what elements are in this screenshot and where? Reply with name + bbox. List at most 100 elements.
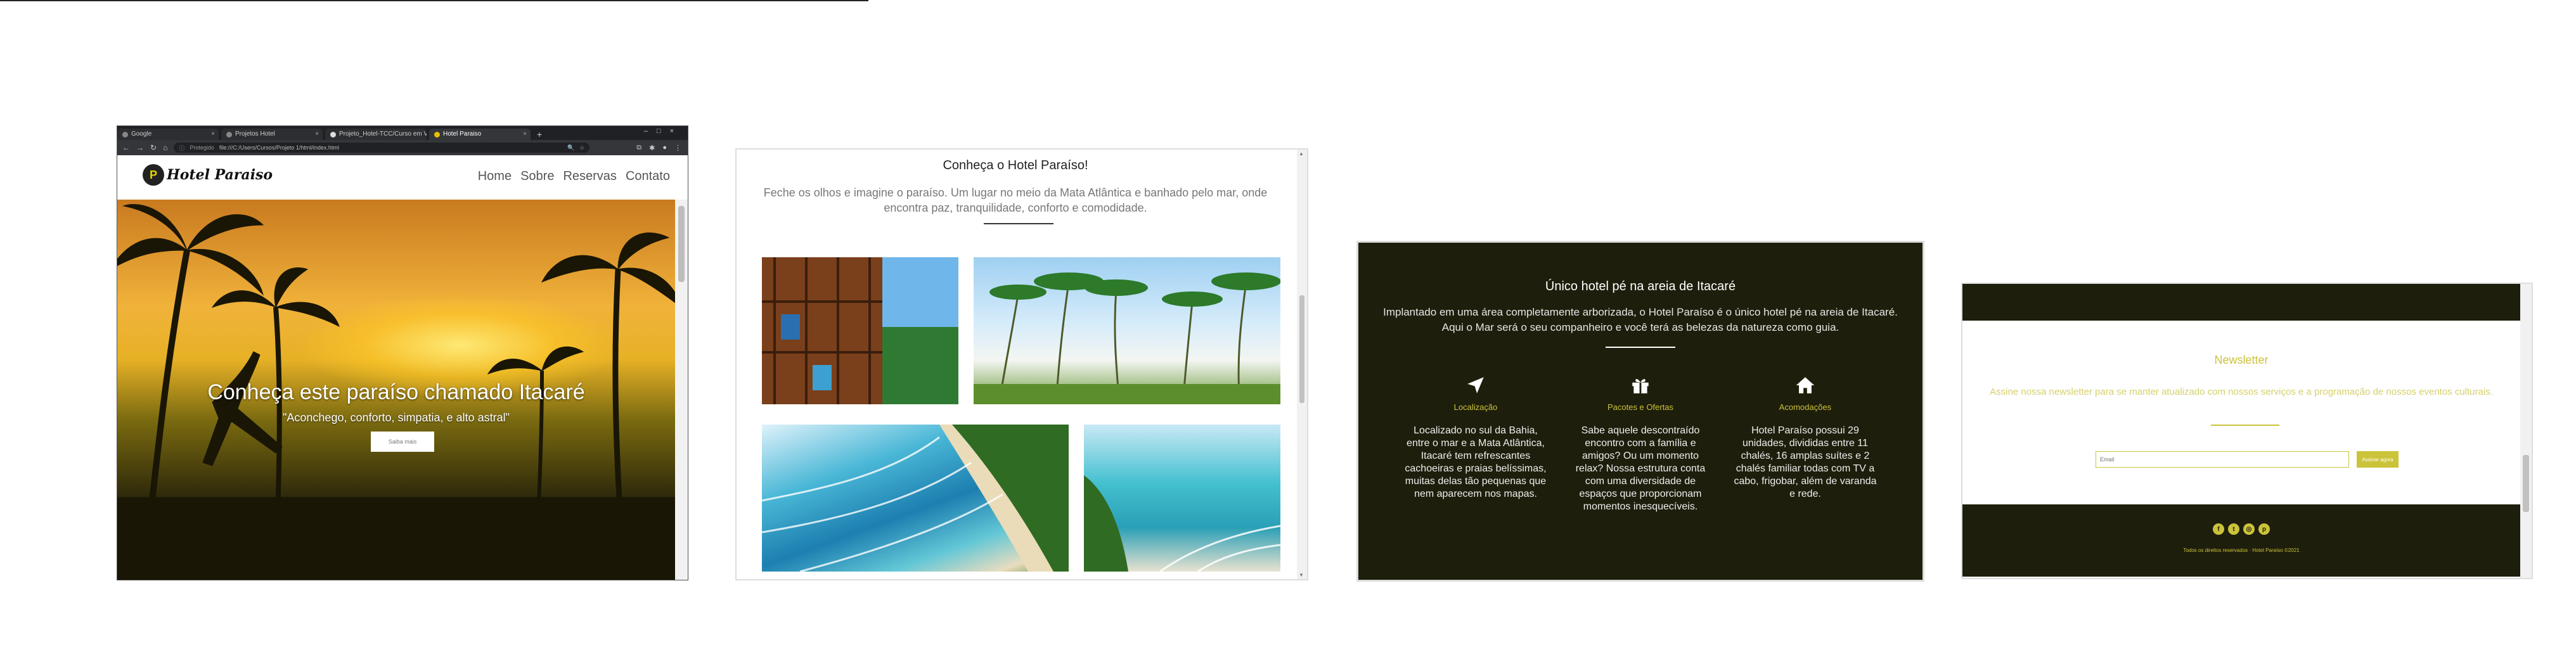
tab-label: Projeto_Hotel-TCC/Curso em Vi... [339, 131, 427, 138]
gift-icon [1568, 374, 1713, 397]
newsletter-section: Newsletter Assine nossa newsletter para … [1961, 283, 2533, 579]
tab-label: Google [131, 131, 152, 138]
tab-projetos-hotel[interactable]: Projetos Hotel × [221, 129, 323, 140]
menu-icon[interactable]: ⋮ [674, 144, 681, 152]
close-tab-icon[interactable]: × [211, 129, 215, 140]
pinterest-icon[interactable]: p [2258, 523, 2270, 535]
gallery-title: Conheça o Hotel Paraíso! [943, 158, 1088, 172]
nav-home[interactable]: Home [478, 169, 512, 184]
newsletter-title: Newsletter [2214, 354, 2269, 366]
instagram-icon[interactable]: ◎ [2243, 523, 2255, 535]
features-divider [1606, 347, 1675, 348]
top-border-line [0, 0, 868, 1]
puzzle-icon[interactable]: ✱ [649, 144, 655, 152]
feature-desc: Localizado no sul da Bahia, entre o mar … [1405, 425, 1547, 499]
tab-label: Projetos Hotel [235, 131, 275, 138]
star-icon[interactable]: ☆ [579, 144, 584, 151]
newsletter-top-band [1962, 284, 2520, 321]
feature-title: Pacotes e Ofertas [1607, 402, 1674, 412]
tab-hotel-paraiso[interactable]: Hotel Paraiso × [429, 129, 531, 140]
hero-title: Conheça este paraíso chamado Itacaré [207, 380, 585, 404]
tab-label: Hotel Paraiso [443, 131, 482, 138]
facebook-icon[interactable]: f [2213, 523, 2224, 535]
gallery-divider [984, 223, 1053, 224]
scroll-down-icon[interactable]: ▼ [1299, 572, 1304, 578]
palms-drawing [974, 272, 1280, 404]
features-section: Único hotel pé na areia de Itacaré Impla… [1356, 241, 1924, 582]
url-text: file:///C:/Users/Cursos/Projeto 1/html/i… [219, 144, 339, 151]
newsletter-divider [2211, 425, 2279, 426]
photo-chalets [762, 257, 958, 404]
scrollbar-thumb[interactable] [2523, 455, 2529, 512]
feature-pacotes: Pacotes e Ofertas Sabe aquele descontraí… [1568, 374, 1713, 513]
site-viewport: P Hotel Paraiso Home Sobre Reservas Cont… [117, 155, 688, 580]
info-icon: ⓘ [179, 144, 185, 151]
new-tab-button[interactable]: + [533, 129, 546, 140]
photo-aerial-beach [762, 425, 1069, 572]
feature-title: Localização [1453, 402, 1498, 412]
coastline-drawing [1084, 475, 1280, 572]
scroll-up-icon[interactable]: ▲ [1299, 151, 1304, 157]
photo-palm-beach [974, 257, 1280, 404]
newsletter-scrollbar[interactable] [2520, 284, 2532, 578]
site-footer: f t ◎ p Todos os direitos reservados · H… [1962, 504, 2520, 577]
close-tab-icon[interactable]: × [523, 129, 527, 140]
nav-sobre[interactable]: Sobre [520, 169, 554, 184]
nav-menu: Home Sobre Reservas Contato [478, 169, 670, 184]
scrollbar-thumb[interactable] [678, 206, 685, 282]
window-controls[interactable]: –□× [644, 127, 683, 135]
gallery-text: Feche os olhos e imagine o paraíso. Um l… [763, 186, 1268, 214]
photo-coastline [1084, 425, 1280, 572]
browser-window: Google × Projetos Hotel × Projeto_Hotel-TC… [117, 125, 688, 580]
chalet-drawing [762, 257, 958, 404]
gallery-section: Conheça o Hotel Paraíso! Feche os olhos … [735, 148, 1308, 580]
aerial-beach-drawing [762, 425, 1069, 572]
feature-desc: Hotel Paraíso possui 29 unidades, dividi… [1734, 425, 1877, 499]
hero-subtitle: "Aconchego, conforto, simpatia, e alto a… [283, 411, 510, 424]
location-arrow-icon [1403, 374, 1549, 397]
profile-icon[interactable]: ● [662, 144, 667, 152]
gallery-scrollbar[interactable]: ▲ ▼ [1297, 150, 1307, 579]
address-bar-row: ← → ↻ ⌂ ⓘ Protegido file:///C:/Users/Cur… [117, 140, 688, 155]
home-icon[interactable]: ⌂ [163, 143, 167, 152]
hero-section: Conheça este paraíso chamado Itacaré "Ac… [117, 200, 675, 580]
back-icon[interactable]: ← [122, 143, 130, 152]
copyright-text: Todos os direitos reservados · Hotel Par… [2183, 547, 2300, 553]
saiba-mais-button[interactable]: Saiba mais [371, 432, 434, 452]
site-navbar: P Hotel Paraiso Home Sobre Reservas Cont… [117, 155, 688, 200]
social-links: f t ◎ p [1962, 523, 2520, 535]
url-field[interactable]: ⓘ Protegido file:///C:/Users/Cursos/Proj… [174, 143, 590, 153]
google-favicon-icon [122, 131, 128, 138]
zoom-icon[interactable]: 🔍 [567, 144, 574, 151]
page-scrollbar[interactable] [675, 200, 688, 580]
features-text: Implantado em uma área completamente arb… [1383, 306, 1898, 333]
newsletter-text: Assine nossa newsletter para se manter a… [1990, 387, 2493, 397]
forward-icon[interactable]: → [136, 143, 144, 152]
site-logo[interactable]: P Hotel Paraiso [143, 164, 273, 186]
github-favicon-icon [330, 131, 336, 138]
scrollbar-thumb[interactable] [1299, 295, 1304, 403]
tab-bar: Google × Projetos Hotel × Projeto_Hotel-TC… [117, 126, 688, 140]
tab-github-project[interactable]: Projeto_Hotel-TCC/Curso em Vi...× [325, 129, 427, 140]
feature-acomodacoes: Acomodações Hotel Paraíso possui 29 unid… [1732, 374, 1878, 501]
tab-favicon-icon [226, 131, 232, 138]
nav-contato[interactable]: Contato [626, 169, 670, 184]
logo-text: Hotel Paraiso [167, 167, 273, 183]
hotel-favicon-icon [434, 131, 440, 138]
feature-desc: Sabe aquele descontraído encontro com a … [1575, 425, 1706, 512]
nav-reservas[interactable]: Reservas [563, 169, 616, 184]
toolbar-icons: ⧉ ✱ ● ⋮ [636, 144, 681, 152]
subscribe-button[interactable]: Assinar agora [2357, 451, 2399, 468]
extension-icon[interactable]: ⧉ [636, 144, 641, 152]
features-title: Único hotel pé na areia de Itacaré [1545, 279, 1736, 293]
email-field[interactable] [2096, 451, 2349, 468]
twitter-icon[interactable]: t [2228, 523, 2239, 535]
feature-title: Acomodações [1779, 402, 1832, 412]
feature-localizacao: Localização Localizado no sul da Bahia, … [1403, 374, 1549, 501]
home-icon [1732, 374, 1878, 397]
tab-google[interactable]: Google × [117, 129, 219, 140]
logo-badge: P [143, 164, 164, 186]
security-label: Protegido [190, 144, 214, 151]
close-tab-icon[interactable]: × [315, 129, 319, 140]
reload-icon[interactable]: ↻ [150, 143, 157, 152]
